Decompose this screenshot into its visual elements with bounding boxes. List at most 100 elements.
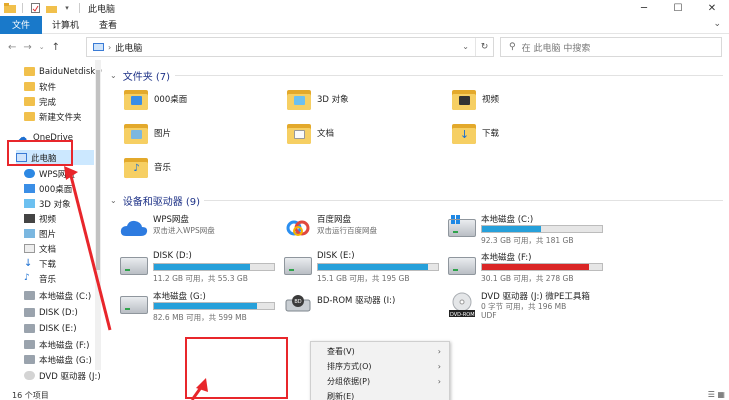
toolbar-separator bbox=[22, 3, 23, 13]
collapse-chevron-icon[interactable]: ⌄ bbox=[110, 196, 117, 205]
tab-view[interactable]: 查看 bbox=[89, 16, 127, 34]
folder-tile-3d-objects[interactable]: 3D 对象 bbox=[287, 88, 349, 110]
sidebar-item[interactable]: 本地磁盘 (C:) bbox=[24, 288, 102, 303]
drive-icon bbox=[120, 296, 148, 314]
disc-icon bbox=[24, 371, 35, 380]
app-folder-icon bbox=[4, 3, 16, 13]
sidebar-scroll-thumb[interactable] bbox=[96, 70, 100, 270]
drive-icon bbox=[284, 257, 312, 275]
dvd-icon-label: DVD-ROM bbox=[450, 312, 475, 318]
folder-tile-music[interactable]: ♪ 音乐 bbox=[124, 156, 171, 178]
picture-folder-icon bbox=[124, 122, 148, 144]
sidebar-item[interactable]: WPS网盘 bbox=[24, 166, 102, 181]
folder-tile-videos[interactable]: 视频 bbox=[452, 88, 499, 110]
sidebar-item[interactable]: ♪ 音乐 bbox=[24, 271, 102, 286]
sidebar-item[interactable]: DISK (E:) bbox=[24, 321, 102, 336]
search-placeholder: 在 此电脑 中搜索 bbox=[521, 43, 591, 54]
customize-toolbar-icon[interactable]: ▾ bbox=[61, 3, 73, 13]
cloud-icon bbox=[24, 169, 35, 178]
svg-text:BD: BD bbox=[294, 299, 301, 305]
collapse-chevron-icon[interactable]: ⌄ bbox=[110, 71, 117, 80]
ribbon-tabs: 文件 计算机 查看 ⌄ bbox=[0, 15, 729, 34]
folder-tile-downloads[interactable]: ↓ 下载 bbox=[452, 122, 499, 144]
capacity-fill bbox=[154, 264, 250, 270]
capacity-bar bbox=[153, 302, 275, 310]
drive-icon bbox=[24, 355, 35, 364]
sidebar-item[interactable]: 软件 bbox=[24, 79, 102, 94]
drive-icon bbox=[24, 340, 35, 349]
breadcrumb-chevron-icon[interactable]: › bbox=[108, 43, 111, 52]
baidu-cloud-icon bbox=[286, 220, 310, 236]
sidebar-item[interactable]: ↓ 下载 bbox=[24, 256, 102, 271]
address-bar[interactable]: › 此电脑 ⌄ ↻ bbox=[86, 37, 494, 57]
menu-item-group-by[interactable]: 分组依据(P) › bbox=[311, 374, 449, 389]
windows-drive-icon bbox=[448, 215, 476, 237]
maximize-icon[interactable]: ☐ bbox=[661, 0, 695, 16]
recent-locations-icon[interactable]: ⌄ bbox=[39, 43, 45, 51]
download-icon: ↓ bbox=[24, 258, 33, 269]
window-controls: ─ ☐ ✕ bbox=[627, 0, 729, 16]
sidebar-item[interactable]: 3D 对象 bbox=[24, 196, 102, 211]
item-count: 16 个项目 bbox=[12, 390, 49, 400]
capacity-bar bbox=[481, 263, 603, 271]
submenu-arrow-icon: › bbox=[437, 347, 441, 356]
drive-icon bbox=[448, 257, 476, 275]
search-box[interactable]: ⚲ 在 此电脑 中搜索 bbox=[500, 37, 722, 57]
document-icon bbox=[24, 244, 35, 253]
submenu-arrow-icon: › bbox=[437, 377, 441, 386]
navigation-pane: BaiduNetdiskD 软件 完成 新建文件夹 ☁ OneDrive 此电脑 … bbox=[0, 60, 102, 390]
sidebar-item[interactable]: 完成 bbox=[24, 94, 102, 109]
download-folder-icon: ↓ bbox=[452, 122, 476, 144]
computer-icon bbox=[93, 43, 104, 51]
picture-icon bbox=[24, 229, 35, 238]
desktop-folder-icon bbox=[124, 88, 148, 110]
address-dropdown-icon[interactable]: ⌄ bbox=[462, 42, 469, 51]
title-bar: ▾ 此电脑 ─ ☐ ✕ bbox=[0, 0, 729, 16]
folder-tile-pictures[interactable]: 图片 bbox=[124, 122, 171, 144]
view-toggle-icons[interactable]: ☰ ▦ bbox=[708, 390, 725, 399]
devices-group-header[interactable]: ⌄ 设备和驱动器 (9) bbox=[110, 193, 200, 208]
sidebar-item[interactable]: DVD 驱动器 (J:) bbox=[24, 368, 102, 383]
folder-icon bbox=[24, 112, 35, 121]
forward-arrow-icon[interactable]: → bbox=[23, 42, 31, 53]
group-divider bbox=[175, 75, 723, 76]
close-icon[interactable]: ✕ bbox=[695, 0, 729, 16]
video-folder-icon bbox=[452, 88, 476, 110]
video-icon bbox=[24, 214, 35, 223]
menu-item-view[interactable]: 查看(V) › bbox=[311, 344, 449, 359]
minimize-icon[interactable]: ─ bbox=[627, 0, 661, 16]
drive-icon bbox=[24, 291, 35, 300]
tab-file[interactable]: 文件 bbox=[0, 15, 43, 34]
bd-rom-icon: BD bbox=[285, 295, 311, 312]
refresh-icon[interactable]: ↻ bbox=[475, 38, 493, 56]
menu-item-sort-by[interactable]: 排序方式(O) › bbox=[311, 359, 449, 374]
sidebar-item[interactable]: 本地磁盘 (F:) bbox=[24, 337, 102, 352]
properties-icon[interactable] bbox=[29, 3, 41, 13]
up-arrow-icon[interactable]: ↑ bbox=[52, 42, 60, 53]
sidebar-item[interactable]: 000桌面 bbox=[24, 181, 102, 196]
navigation-buttons: ← → ⌄ ↑ bbox=[0, 42, 60, 53]
back-arrow-icon[interactable]: ← bbox=[8, 42, 16, 53]
sidebar-item[interactable]: DISK (D:) bbox=[24, 305, 102, 320]
3d-folder-icon bbox=[287, 88, 311, 110]
sidebar-item[interactable]: BaiduNetdiskD bbox=[24, 64, 102, 79]
desktop-icon bbox=[24, 184, 35, 193]
folders-group-header[interactable]: ⌄ 文件夹 (7) bbox=[110, 68, 170, 83]
expand-ribbon-icon[interactable]: ⌄ bbox=[713, 19, 721, 29]
capacity-fill bbox=[318, 264, 429, 270]
capacity-fill bbox=[154, 303, 258, 309]
tab-computer[interactable]: 计算机 bbox=[42, 16, 89, 34]
breadcrumb-this-pc[interactable]: 此电脑 bbox=[115, 41, 142, 54]
sidebar-item[interactable]: 本地磁盘 (G:) bbox=[24, 352, 102, 367]
drive-icon bbox=[120, 257, 148, 275]
folder-tile-desktop[interactable]: 000桌面 bbox=[124, 88, 187, 110]
capacity-fill bbox=[482, 226, 541, 232]
sidebar-item[interactable]: 文档 bbox=[24, 241, 102, 256]
sidebar-item[interactable]: 新建文件夹 bbox=[24, 109, 102, 124]
sidebar-item[interactable]: 图片 bbox=[24, 226, 102, 241]
new-folder-icon[interactable] bbox=[45, 3, 57, 13]
music-icon: ♪ bbox=[24, 273, 30, 283]
sidebar-item[interactable]: 视频 bbox=[24, 211, 102, 226]
submenu-arrow-icon: › bbox=[437, 362, 441, 371]
folder-tile-documents[interactable]: 文档 bbox=[287, 122, 334, 144]
